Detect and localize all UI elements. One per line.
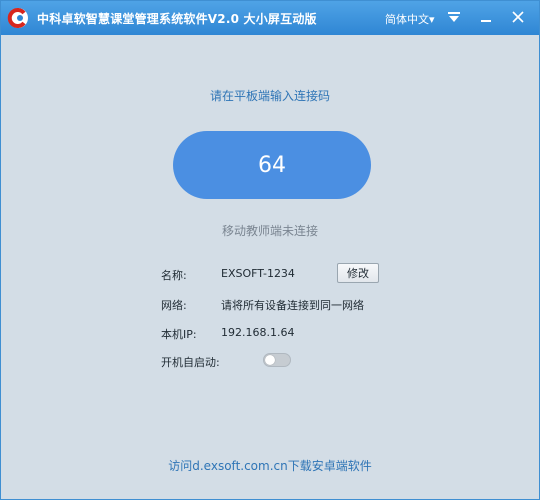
autostart-label: 开机自启动: xyxy=(161,356,220,369)
menu-down-icon xyxy=(448,12,460,22)
name-value: EXSOFT-1234 xyxy=(221,267,295,280)
connect-prompt: 请在平板端输入连接码 xyxy=(209,89,330,103)
window-title: 中科卓软智慧课堂管理系统软件V2.0 大小屏互动版 xyxy=(37,12,317,26)
ip-label: 本机IP: xyxy=(161,328,197,341)
edit-name-button[interactable]: 修改 xyxy=(337,263,379,283)
close-icon xyxy=(512,11,524,23)
autostart-toggle[interactable] xyxy=(263,353,291,367)
name-label: 名称: xyxy=(161,269,187,282)
minimize-button[interactable] xyxy=(475,6,497,28)
main-panel: 请在平板端输入连接码 64 移动教师端未连接 名称: EXSOFT-1234 修… xyxy=(1,35,539,499)
app-logo-icon xyxy=(7,8,28,28)
app-window: 中科卓软智慧课堂管理系统软件V2.0 大小屏互动版 简体中文▾ 请在平板端输入连… xyxy=(0,0,540,500)
language-select[interactable]: 简体中文▾ xyxy=(385,11,435,27)
close-button[interactable] xyxy=(507,6,529,28)
connection-status: 移动教师端未连接 xyxy=(221,224,318,238)
minimize-icon xyxy=(481,20,491,22)
toggle-knob xyxy=(265,355,275,365)
network-value: 请将所有设备连接到同一网络 xyxy=(221,299,364,312)
download-android-link[interactable]: 访问d.exsoft.com.cn下载安卓端软件 xyxy=(1,457,539,474)
network-label: 网络: xyxy=(161,299,187,312)
connection-code: 64 xyxy=(173,131,371,199)
dropdown-menu-button[interactable] xyxy=(443,6,465,28)
ip-value: 192.168.1.64 xyxy=(221,326,295,339)
title-bar: 中科卓软智慧课堂管理系统软件V2.0 大小屏互动版 简体中文▾ xyxy=(1,1,539,35)
